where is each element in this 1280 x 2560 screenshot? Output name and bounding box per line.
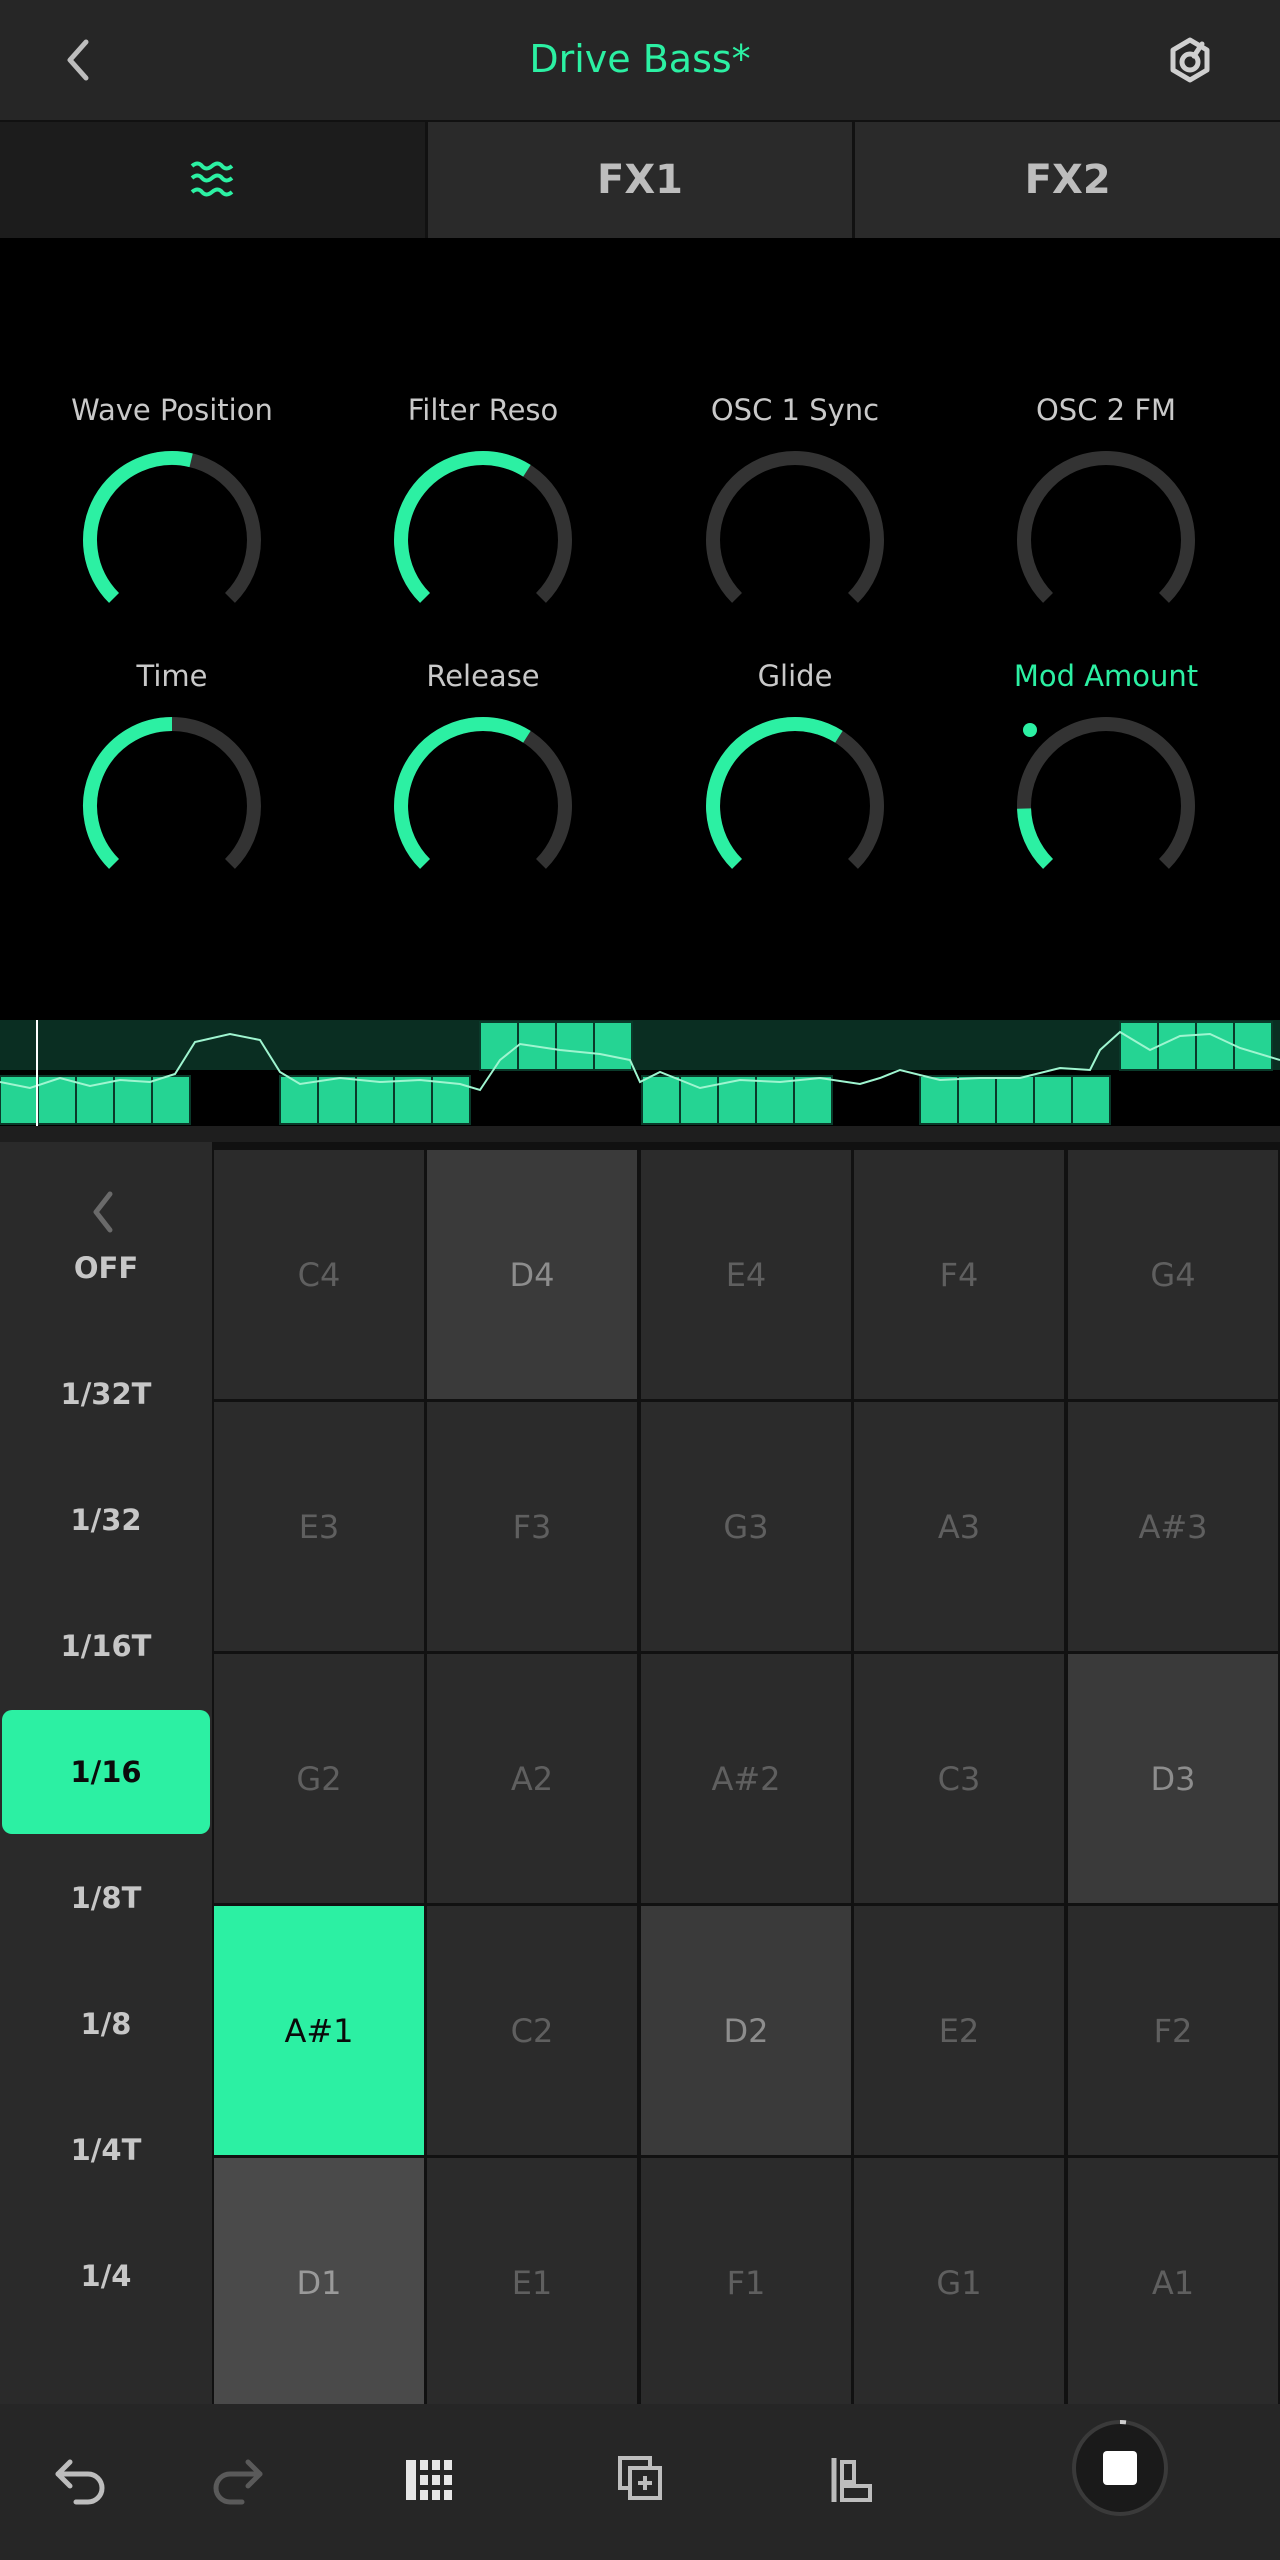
pad-g2[interactable]: G2 bbox=[214, 1654, 424, 1903]
knob-value-arc bbox=[706, 717, 843, 869]
grid-view-icon bbox=[406, 2460, 452, 2500]
duplicate-button[interactable] bbox=[600, 2440, 680, 2520]
knob-label: Release bbox=[426, 659, 540, 693]
header-bar: Drive Bass* bbox=[0, 0, 1280, 122]
pad-asharp1[interactable]: A#1 bbox=[214, 1906, 424, 2155]
pad-a1[interactable]: A1 bbox=[1068, 2158, 1278, 2407]
knob-5[interactable] bbox=[72, 706, 272, 906]
knob-value-arc bbox=[394, 451, 531, 603]
duplicate-icon bbox=[618, 2456, 662, 2500]
knob-value-arc bbox=[1017, 808, 1054, 869]
pad-f4[interactable]: F4 bbox=[854, 1150, 1064, 1399]
knob-value-arc bbox=[83, 717, 173, 869]
knob-1[interactable] bbox=[72, 440, 272, 640]
tab-oscillator[interactable] bbox=[0, 122, 428, 238]
note-value-1-16t[interactable]: 1/16T bbox=[0, 1584, 212, 1708]
stop-icon bbox=[1072, 2420, 1168, 2516]
pad-d1[interactable]: D1 bbox=[214, 2158, 424, 2407]
pad-e1[interactable]: E1 bbox=[427, 2158, 637, 2407]
knob-settings-icon bbox=[1170, 37, 1210, 83]
redo-button[interactable] bbox=[200, 2440, 280, 2520]
note-value-1-4[interactable]: 1/4 bbox=[0, 2214, 212, 2338]
pad-d2[interactable]: D2 bbox=[641, 1906, 851, 2155]
knob-label: Filter Reso bbox=[407, 393, 559, 427]
mod-sequence-graph[interactable] bbox=[0, 1020, 1280, 1126]
stop-button[interactable] bbox=[1068, 2416, 1172, 2520]
knob-settings-button[interactable] bbox=[1162, 32, 1218, 88]
pad-g4[interactable]: G4 bbox=[1068, 1150, 1278, 1399]
tab-bar: FX1 FX2 bbox=[0, 122, 1280, 238]
knob-6[interactable] bbox=[383, 706, 583, 906]
knob-label: Time bbox=[136, 659, 208, 693]
pad-f2[interactable]: F2 bbox=[1068, 1906, 1278, 2155]
mod-dot bbox=[1023, 723, 1037, 737]
note-value-1-32[interactable]: 1/32 bbox=[0, 1458, 212, 1582]
note-value-1-16[interactable]: 1/16 bbox=[2, 1710, 210, 1834]
knob-label: OSC 1 Sync bbox=[710, 393, 880, 427]
knob-3[interactable] bbox=[695, 440, 895, 640]
note-value-1-32t[interactable]: 1/32T bbox=[0, 1332, 212, 1456]
knob-value-arc bbox=[83, 451, 193, 603]
divider bbox=[0, 1126, 1280, 1142]
knob-8[interactable] bbox=[1006, 706, 1206, 906]
pad-e2[interactable]: E2 bbox=[854, 1906, 1064, 2155]
undo-icon bbox=[55, 2459, 105, 2505]
pad-g1[interactable]: G1 bbox=[854, 2158, 1064, 2407]
tab-fx2-label: FX2 bbox=[1024, 157, 1111, 203]
pad-a2[interactable]: A2 bbox=[427, 1654, 637, 1903]
undo-button[interactable] bbox=[38, 2440, 118, 2520]
preset-title[interactable]: Drive Bass* bbox=[0, 0, 1280, 120]
knob-value-arc bbox=[394, 717, 531, 869]
mod-sequence-strip[interactable] bbox=[0, 1020, 1280, 1126]
align-icon bbox=[831, 2458, 872, 2502]
waves-icon bbox=[191, 161, 234, 197]
note-value-1-8[interactable]: 1/8 bbox=[0, 1962, 212, 2086]
pad-c3[interactable]: C3 bbox=[854, 1654, 1064, 1903]
knob-label: Glide bbox=[757, 659, 833, 693]
knob-2[interactable] bbox=[383, 440, 583, 640]
note-value-off[interactable]: OFF bbox=[0, 1206, 212, 1330]
pad-f1[interactable]: F1 bbox=[641, 2158, 851, 2407]
grid-view-button[interactable] bbox=[388, 2440, 468, 2520]
note-value-1-8t[interactable]: 1/8T bbox=[0, 1836, 212, 1960]
redo-icon bbox=[213, 2459, 263, 2505]
knob-label: OSC 2 FM bbox=[1035, 393, 1177, 427]
tab-fx1-label: FX1 bbox=[597, 157, 683, 203]
pad-e3[interactable]: E3 bbox=[214, 1402, 424, 1651]
pad-c2[interactable]: C2 bbox=[427, 1906, 637, 2155]
align-button[interactable] bbox=[812, 2440, 892, 2520]
pad-asharp2[interactable]: A#2 bbox=[641, 1654, 851, 1903]
pad-f3[interactable]: F3 bbox=[427, 1402, 637, 1651]
knob-4[interactable] bbox=[1006, 440, 1206, 640]
pad-e4[interactable]: E4 bbox=[641, 1150, 851, 1399]
knob-label: Mod Amount bbox=[1013, 659, 1199, 693]
pad-c4[interactable]: C4 bbox=[214, 1150, 424, 1399]
note-value-1-4t[interactable]: 1/4T bbox=[0, 2088, 212, 2212]
pad-a3[interactable]: A3 bbox=[854, 1402, 1064, 1651]
tab-fx2[interactable]: FX2 bbox=[855, 122, 1280, 238]
knob-7[interactable] bbox=[695, 706, 895, 906]
tab-fx1[interactable]: FX1 bbox=[428, 122, 856, 238]
pad-d4[interactable]: D4 bbox=[427, 1150, 637, 1399]
pad-g3[interactable]: G3 bbox=[641, 1402, 851, 1651]
pad-d3[interactable]: D3 bbox=[1068, 1654, 1278, 1903]
knob-label: Wave Position bbox=[71, 393, 273, 427]
pad-asharp3[interactable]: A#3 bbox=[1068, 1402, 1278, 1651]
